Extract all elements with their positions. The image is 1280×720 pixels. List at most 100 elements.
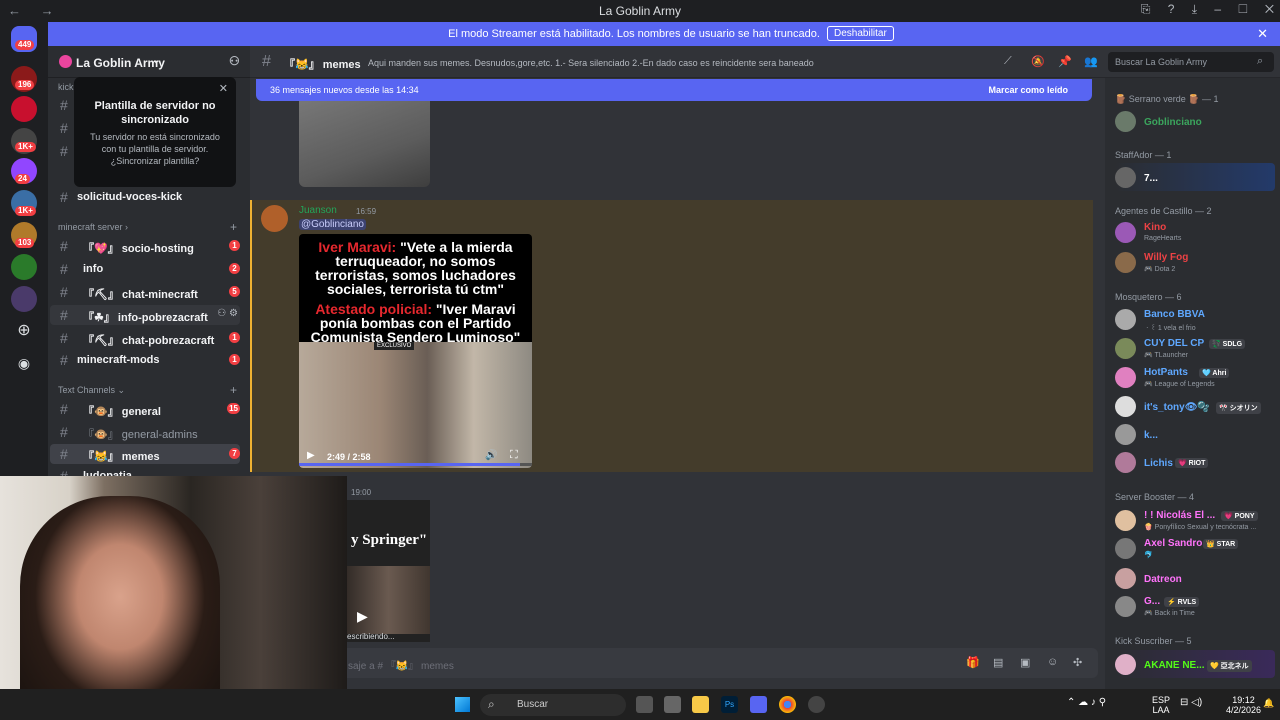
member-list-icon[interactable]: 👥: [1084, 55, 1098, 68]
discord-icon[interactable]: [750, 696, 767, 713]
channel-info[interactable]: # info 2: [50, 259, 240, 279]
window-title: La Goblin Army: [598, 4, 682, 18]
member-item[interactable]: AKANE NE... 💛 亞北ネル: [1115, 650, 1275, 678]
guild-icon[interactable]: [11, 286, 37, 312]
channel-general-admins[interactable]: # 『🐵』 general-admins: [50, 422, 240, 442]
sticker-icon[interactable]: ▣: [1020, 656, 1030, 669]
chrome-icon[interactable]: [779, 696, 796, 713]
add-member-icon[interactable]: ⚇: [229, 54, 240, 68]
member-item[interactable]: Axel Sandro 👑 STAR 🐬: [1115, 534, 1275, 562]
avatar: [1115, 538, 1136, 559]
category-minecraft[interactable]: minecraft server › +: [58, 220, 237, 234]
member-item[interactable]: HotPants 🩵 Ahri 🎮 League of Legends: [1115, 363, 1275, 391]
category-kick[interactable]: kick: [58, 82, 74, 92]
window-controls[interactable]: ⎘ ? ⤓ – ☐ ✕: [1141, 2, 1274, 17]
threads-icon[interactable]: ⟋: [1004, 55, 1012, 68]
mark-read-button[interactable]: Marcar como leído: [988, 85, 1068, 95]
new-messages-bar[interactable]: 36 mensajes nuevos desde las 14:34 Marca…: [256, 79, 1092, 101]
avatar: [1115, 167, 1136, 188]
file-explorer-icon[interactable]: [692, 696, 709, 713]
channel-minecraft-mods[interactable]: # minecraft-mods 1: [50, 350, 240, 370]
role-header: Mosquetero — 6: [1115, 292, 1182, 302]
tray-icons[interactable]: ⌃ ☁ ♪ ⚲: [1067, 698, 1106, 708]
video-player[interactable]: Iver Maravi: "Vete a la mierda terruquea…: [299, 234, 532, 468]
channel-solicitud-voces-kick[interactable]: # solicitud-voces-kick: [50, 187, 240, 207]
windows-start-icon[interactable]: [455, 697, 470, 712]
close-icon[interactable]: ✕: [219, 82, 228, 95]
member-status: 🎮 TLauncher: [1144, 352, 1188, 359]
clock[interactable]: 19:12 4/2/2026: [1226, 695, 1261, 715]
avatar: [1115, 654, 1136, 675]
volume-icon[interactable]: 🔊: [485, 450, 497, 461]
video-attachment[interactable]: y Springer" ▶: [347, 500, 430, 642]
app-icon[interactable]: [664, 696, 681, 713]
category-text-channels[interactable]: Text Channels ⌄ +: [58, 383, 237, 397]
guild-icon[interactable]: [11, 96, 37, 122]
search-input[interactable]: Buscar La Goblin Army: [1108, 52, 1274, 72]
close-icon[interactable]: ✕: [1257, 26, 1268, 42]
member-item[interactable]: Willy Fog 🎮 Dota 2: [1115, 248, 1275, 276]
server-header[interactable]: La Goblin Army ⌄ ⚇: [48, 46, 250, 78]
message-input[interactable]: saje a # 『😹』 memes 🎁 ▤ ▣ ☺ ✣: [258, 648, 1098, 678]
member-item[interactable]: k...: [1115, 420, 1275, 448]
channel-chat-pobrezacraft[interactable]: # 『⛏』 chat-pobrezacraft 1: [50, 328, 240, 348]
member-status: 🎮 League of Legends: [1144, 381, 1215, 388]
member-name: 7...: [1144, 173, 1158, 184]
channel-info-pobrezacraft[interactable]: # 『☘』 info-pobrezacraft ⚇ ⚙: [50, 305, 240, 325]
message-author[interactable]: Juanson: [299, 205, 337, 216]
play-icon[interactable]: ▶: [357, 608, 368, 625]
channel-topic[interactable]: Aqui manden sus memes. Desnudos,gore,etc…: [368, 58, 814, 68]
member-item[interactable]: Goblinciano: [1115, 107, 1275, 135]
taskbar-search[interactable]: ⌕ Buscar: [480, 694, 626, 716]
member-name: it's_tony👁🫧: [1144, 402, 1210, 413]
member-tag: 💛 亞北ネル: [1207, 660, 1252, 672]
member-tag: 💗 RIOT: [1175, 458, 1209, 468]
clock-time: 19:12: [1232, 695, 1255, 705]
disable-streamer-button[interactable]: Deshabilitar: [827, 26, 894, 41]
channel-label: solicitud-voces-kick: [77, 191, 183, 203]
language-indicator[interactable]: ESP LAA: [1152, 695, 1170, 715]
play-icon[interactable]: ▶: [307, 450, 315, 461]
task-view-icon[interactable]: [636, 696, 653, 713]
avatar[interactable]: [261, 205, 288, 232]
plus-icon[interactable]: +: [230, 220, 237, 234]
gif-icon[interactable]: ▤: [993, 656, 1003, 669]
member-item[interactable]: Lichis 💗 RIOT: [1115, 448, 1275, 476]
gift-icon[interactable]: 🎁: [966, 656, 980, 669]
channel-chat-minecraft[interactable]: # 『⛏』 chat-minecraft 5: [50, 282, 240, 302]
member-name: k...: [1144, 430, 1158, 441]
channel-socio-hosting[interactable]: # 『💖』 socio-hosting 1: [50, 236, 240, 256]
add-server-icon[interactable]: ⊕: [11, 318, 37, 344]
template-sync-popup[interactable]: ✕ Plantilla de servidor no sincronizado …: [74, 77, 236, 187]
member-item[interactable]: Datreon: [1115, 564, 1275, 592]
fullscreen-icon[interactable]: ⛶: [510, 449, 518, 462]
mute-icon[interactable]: 🔕: [1031, 55, 1045, 68]
user-mention[interactable]: @Goblinciano: [299, 219, 366, 230]
apps-icon[interactable]: ✣: [1073, 656, 1082, 669]
video-progress[interactable]: [299, 463, 532, 466]
app-icon[interactable]: [808, 696, 825, 713]
member-item[interactable]: Kino RageHearts: [1115, 218, 1275, 246]
member-name: AKANE NE...: [1144, 660, 1205, 671]
channel-memes[interactable]: # 『😹』 memes 7: [50, 444, 240, 464]
member-item[interactable]: Banco BBVA ㆍ꒰ 1 vela el frio: [1115, 305, 1275, 333]
channel-label: 『🐵』 general: [83, 406, 161, 418]
emoji-icon[interactable]: ☺: [1047, 656, 1058, 668]
member-item[interactable]: 7...: [1115, 163, 1275, 191]
message-placeholder: saje a # 『😹』 memes: [348, 661, 454, 672]
settings-gear-icon[interactable]: ⚇ ⚙: [217, 308, 238, 319]
discover-icon[interactable]: ◉: [11, 350, 37, 376]
photoshop-icon[interactable]: Ps: [721, 696, 738, 713]
member-item[interactable]: it's_tony👁🫧 🎌 シオリン: [1115, 392, 1275, 420]
plus-icon[interactable]: +: [230, 383, 237, 397]
member-item[interactable]: ! ! Nicolás El ... 💗 PONY 🍿 Ponyfílico Sex…: [1115, 506, 1275, 534]
role-header: 🪵 Serrano verde 🪵 — 1: [1115, 94, 1219, 104]
member-item[interactable]: G... ⚡ RVLS 🎮 Back in Time: [1115, 592, 1275, 620]
notification-icon[interactable]: 🔔: [1263, 698, 1274, 708]
channel-general[interactable]: # 『🐵』 general 15: [50, 399, 240, 419]
network-volume-icons[interactable]: ⊟ ◁): [1180, 698, 1202, 708]
attachment-image[interactable]: [299, 101, 430, 187]
guild-icon[interactable]: [11, 254, 37, 280]
member-item[interactable]: CUY DEL CP 💱 SDLG 🎮 TLauncher: [1115, 334, 1275, 362]
pin-icon[interactable]: 📌: [1058, 55, 1072, 68]
